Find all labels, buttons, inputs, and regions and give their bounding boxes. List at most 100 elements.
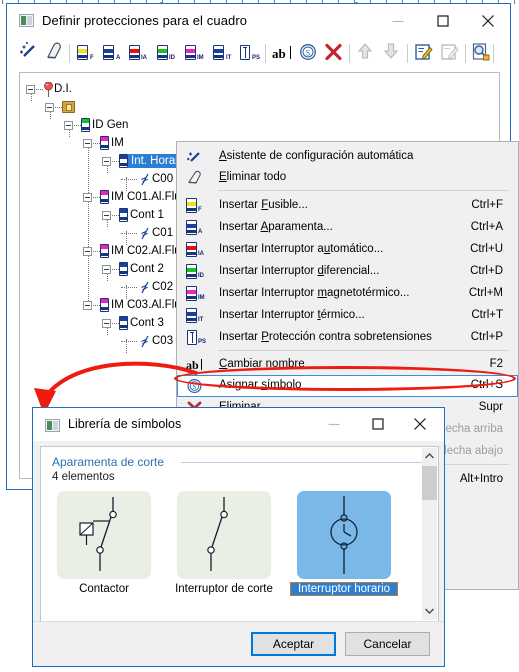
tree-node-label: IM C03.Al.Flu xyxy=(111,299,181,311)
close-icon[interactable] xyxy=(397,408,442,440)
menu-item-insertar-interruptor-termico[interactable]: IT Insertar Interruptor térmico... Ctrl+… xyxy=(178,306,517,326)
chevron-down-icon[interactable] xyxy=(422,603,437,620)
menu-item-insertar-interruptor-magnetotermico[interactable]: IM Insertar Interruptor magnetotérmico..… xyxy=(178,284,517,304)
insert-aparamenta-button[interactable]: A xyxy=(101,41,125,66)
menu-item-insertar-interruptor-automatico[interactable]: IA Insertar Interruptor automático... Ct… xyxy=(178,240,517,260)
menu-item-accel: Ctrl+P xyxy=(470,331,503,343)
menu-item-accel: Flecha arriba xyxy=(435,423,503,435)
minimize-icon[interactable] xyxy=(375,4,420,38)
menu-item-insertar-proteccion-sobretensiones[interactable]: PS Insertar Protección contra sobretensi… xyxy=(178,328,517,348)
device-a-icon: A xyxy=(186,220,203,236)
expander-icon[interactable] xyxy=(45,103,54,112)
group-rule xyxy=(181,462,426,463)
tree-node-label: IM C02.Al.Flu xyxy=(111,245,181,257)
auto-config-wizard-button[interactable] xyxy=(17,41,41,66)
scrollbar-thumb[interactable] xyxy=(422,466,437,500)
expander-icon[interactable] xyxy=(102,211,111,220)
expander-icon[interactable] xyxy=(102,265,111,274)
tree-node-label: D.I. xyxy=(54,83,72,95)
minimize-icon[interactable] xyxy=(311,408,356,440)
vertical-scrollbar[interactable] xyxy=(422,448,437,620)
device-icon xyxy=(119,316,128,330)
insert-fusible-button[interactable]: F xyxy=(75,41,99,66)
svg-text:S: S xyxy=(306,49,310,58)
time-switch-symbol xyxy=(297,491,391,579)
symbol-item-label: Interruptor de corte xyxy=(175,583,273,595)
menu-item-accel: Ctrl+D xyxy=(470,265,503,277)
move-down-button[interactable] xyxy=(381,41,405,66)
menu-item-label: Insertar Interruptor magnetotérmico... xyxy=(219,287,410,299)
menu-item-label: Insertar Interruptor automático... xyxy=(219,243,384,255)
menu-item-accel: Ctrl+U xyxy=(470,243,503,255)
main-titlebar: Definir protecciones para el cuadro xyxy=(7,4,510,39)
device-icon xyxy=(119,154,128,168)
library-titlebar: Librería de símbolos xyxy=(33,408,444,441)
expander-icon[interactable] xyxy=(83,247,92,256)
device-icon xyxy=(119,262,128,276)
delete-button[interactable] xyxy=(323,41,347,66)
menu-item-accel: Ctrl+M xyxy=(468,287,503,299)
menu-item-insertar-aparamenta[interactable]: A Insertar Aparamenta... Ctrl+A xyxy=(178,218,517,238)
expander-icon[interactable] xyxy=(64,121,73,130)
cancel-button[interactable]: Cancelar xyxy=(345,632,430,656)
device-icon xyxy=(100,136,109,150)
app-window-icon xyxy=(45,419,60,432)
expander-icon[interactable] xyxy=(83,139,92,148)
insert-proteccion-sobretensiones-button[interactable]: PS xyxy=(237,41,261,66)
menu-item-label: Asignar símbolo xyxy=(219,379,302,391)
menu-item-asignar-simbolo[interactable]: S Asignar símbolo Ctrl+S xyxy=(177,375,518,397)
expander-icon[interactable] xyxy=(26,85,35,94)
toolbar: F A IA ID IM IT PS ab S xyxy=(7,39,510,69)
menu-item-accel: Flecha abajo xyxy=(437,445,503,457)
assign-symbol-button[interactable]: S xyxy=(297,41,321,66)
chevron-up-icon[interactable] xyxy=(422,448,437,465)
expander-icon[interactable] xyxy=(102,157,111,166)
app-window-icon xyxy=(19,14,34,27)
maximize-icon[interactable] xyxy=(355,408,400,440)
menu-item-eliminar-todo[interactable]: Eliminar todo xyxy=(178,168,517,188)
expander-icon[interactable] xyxy=(102,319,111,328)
edit-note-button[interactable] xyxy=(413,41,437,66)
expander-icon[interactable] xyxy=(83,301,92,310)
svg-text:S: S xyxy=(193,383,197,391)
tree-node-label: C00 xyxy=(152,173,174,185)
close-icon[interactable] xyxy=(465,4,510,38)
symbol-group-count: 4 elementos xyxy=(52,471,115,483)
insert-interruptor-diferencial-button[interactable]: ID xyxy=(155,41,179,66)
menu-item-accel: F2 xyxy=(489,358,503,370)
symbol-list[interactable]: Aparamenta de corte 4 elementos Contacto… xyxy=(40,446,439,622)
tree-node-label: Cont 1 xyxy=(130,209,164,221)
menu-item-asistente[interactable]: Asistente de configuración automática xyxy=(178,147,517,167)
symbol-library-dialog: Librería de símbolos Aparamenta de corte… xyxy=(32,407,445,667)
insert-interruptor-termico-button[interactable]: IT xyxy=(211,41,235,66)
tree-node-label: IM C01.Al.Flu xyxy=(111,191,181,203)
ab-text-icon: ab xyxy=(186,357,203,373)
print-preview-button[interactable] xyxy=(470,41,494,66)
menu-item-cambiar-nombre[interactable]: ab Cambiar nombre F2 xyxy=(178,355,517,375)
move-up-button[interactable] xyxy=(355,41,379,66)
menu-item-label: Eliminar todo xyxy=(219,171,287,183)
window-title: Definir protecciones para el cuadro xyxy=(42,13,248,28)
library-title: Librería de símbolos xyxy=(68,417,182,431)
tree-node-label: Cont 2 xyxy=(130,263,164,275)
insert-interruptor-automatico-button[interactable]: IA xyxy=(127,41,151,66)
menu-item-label: Insertar Interruptor térmico... xyxy=(219,309,365,321)
menu-separator xyxy=(218,350,509,351)
menu-item-insertar-interruptor-diferencial[interactable]: ID Insertar Interruptor diferencial... C… xyxy=(178,262,517,282)
maximize-icon[interactable] xyxy=(420,4,465,38)
rename-button[interactable]: ab xyxy=(271,41,295,66)
erase-all-button[interactable] xyxy=(43,41,67,66)
folder-icon xyxy=(62,101,75,113)
menu-item-label: Insertar Aparamenta... xyxy=(219,221,333,233)
circuit-icon xyxy=(139,227,151,240)
menu-item-insertar-fusible[interactable]: F Insertar Fusible... Ctrl+F xyxy=(178,196,517,216)
menu-item-label: Insertar Protección contra sobretensione… xyxy=(219,331,432,343)
accept-button[interactable]: Aceptar xyxy=(251,632,336,656)
insert-interruptor-magnetotermico-button[interactable]: IM xyxy=(183,41,207,66)
menu-separator xyxy=(218,190,509,191)
pin-icon xyxy=(43,81,53,97)
expander-icon[interactable] xyxy=(83,193,92,202)
menu-item-accel: Ctrl+S xyxy=(470,379,503,391)
menu-item-accel: Alt+Intro xyxy=(459,473,503,485)
menu-item-accel: Ctrl+A xyxy=(470,221,503,233)
